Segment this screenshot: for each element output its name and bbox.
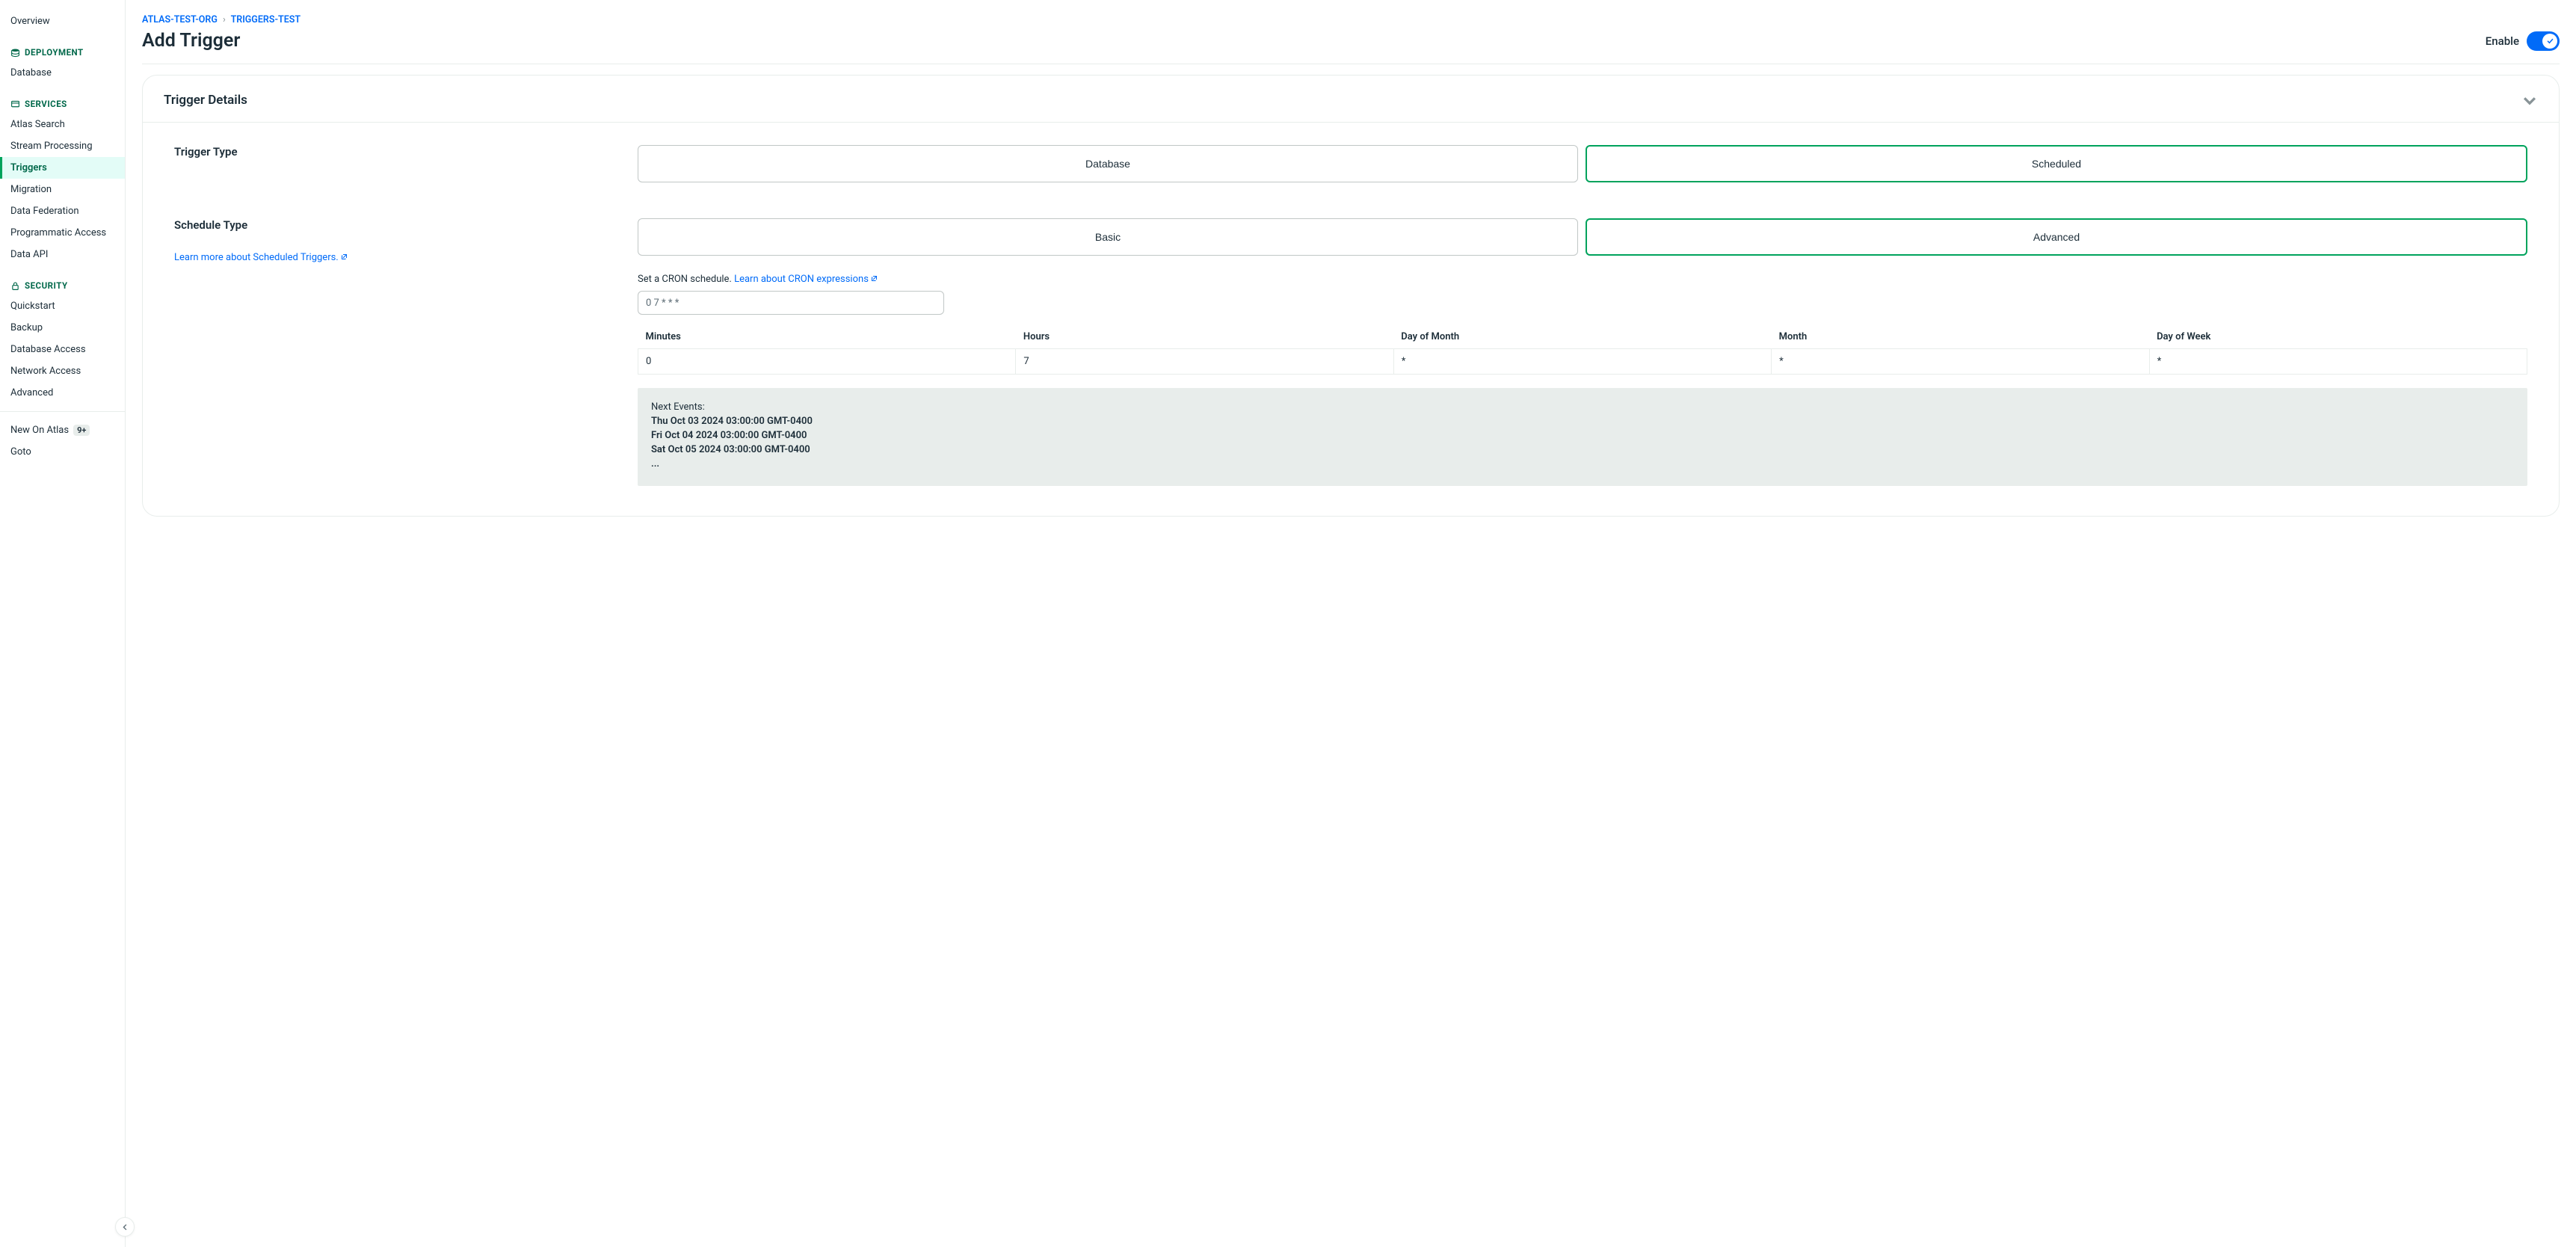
trigger-type-segment: Database Scheduled [638, 145, 2527, 182]
card-title: Trigger Details [164, 93, 247, 108]
breadcrumb-separator: › [223, 14, 226, 25]
sidebar-item-quickstart[interactable]: Quickstart [0, 295, 125, 317]
sidebar-item-advanced[interactable]: Advanced [0, 382, 125, 404]
main-content: ATLAS-TEST-ORG › TRIGGERS-TEST Add Trigg… [126, 0, 2576, 1247]
schedule-type-label: Schedule Type [174, 218, 593, 232]
lock-icon [10, 281, 20, 291]
sidebar-item-database-access[interactable]: Database Access [0, 339, 125, 360]
schedule-type-advanced[interactable]: Advanced [1586, 218, 2527, 256]
sidebar-item-programmatic-access[interactable]: Programmatic Access [0, 222, 125, 244]
breadcrumb-org[interactable]: ATLAS-TEST-ORG [142, 14, 218, 25]
breadcrumb-project[interactable]: TRIGGERS-TEST [231, 14, 301, 25]
collapse-sidebar-button[interactable] [115, 1217, 135, 1237]
sidebar-section-services: SERVICES [0, 91, 125, 114]
divider [0, 411, 125, 412]
page-header: Add Trigger Enable [142, 25, 2560, 64]
chevron-left-icon [121, 1223, 129, 1231]
sidebar-section-security: SECURITY [0, 273, 125, 295]
enable-toggle[interactable] [2527, 31, 2560, 51]
enable-control: Enable [2486, 31, 2560, 51]
table-row: 0 7 * * * [638, 349, 2527, 375]
cron-expression-input[interactable] [638, 291, 944, 315]
next-events-box: Next Events: Thu Oct 03 2024 03:00:00 GM… [638, 388, 2527, 486]
sidebar-item-migration[interactable]: Migration [0, 179, 125, 200]
check-icon [2546, 37, 2554, 45]
learn-scheduled-triggers-link[interactable]: Learn more about Scheduled Triggers. [174, 252, 348, 263]
cron-header-hours: Hours [1016, 325, 1393, 349]
next-events-more: ... [651, 458, 2514, 469]
sidebar-section-deployment: DEPLOYMENT [0, 40, 125, 62]
deployment-icon [10, 48, 20, 58]
sidebar-item-triggers[interactable]: Triggers [0, 157, 125, 179]
new-badge: 9+ [73, 425, 90, 436]
chevron-down-icon [2521, 92, 2538, 108]
cron-cell-dow: * [2149, 349, 2527, 375]
sidebar-item-goto[interactable]: Goto [0, 441, 125, 463]
trigger-type-scheduled[interactable]: Scheduled [1586, 145, 2527, 182]
sidebar: Overview DEPLOYMENT Database SERVICES At… [0, 0, 126, 1247]
sidebar-item-overview[interactable]: Overview [0, 10, 125, 32]
cron-header-dom: Day of Month [1393, 325, 1771, 349]
cron-cell-hours: 7 [1016, 349, 1393, 375]
services-icon [10, 99, 20, 109]
sidebar-item-new-on-atlas[interactable]: New On Atlas 9+ [0, 419, 125, 441]
trigger-details-card: Trigger Details Trigger Type Database Sc… [142, 75, 2560, 517]
cron-table: Minutes Hours Day of Month Month Day of … [638, 325, 2527, 375]
cron-header-month: Month [1772, 325, 2149, 349]
cron-help-text: Set a CRON schedule. Learn about CRON ex… [638, 274, 2527, 285]
schedule-type-basic[interactable]: Basic [638, 218, 1578, 256]
sidebar-item-database[interactable]: Database [0, 62, 125, 84]
sidebar-item-data-federation[interactable]: Data Federation [0, 200, 125, 222]
external-link-icon [871, 275, 878, 282]
cron-cell-month: * [1772, 349, 2149, 375]
sidebar-item-backup[interactable]: Backup [0, 317, 125, 339]
toggle-knob [2542, 34, 2557, 49]
trigger-type-label: Trigger Type [174, 145, 593, 158]
card-header[interactable]: Trigger Details [143, 76, 2559, 123]
schedule-type-row: Schedule Type Learn more about Scheduled… [174, 218, 2527, 486]
sidebar-item-atlas-search[interactable]: Atlas Search [0, 114, 125, 135]
cron-header-minutes: Minutes [638, 325, 1016, 349]
next-event-0: Thu Oct 03 2024 03:00:00 GMT-0400 [651, 416, 2514, 427]
schedule-type-segment: Basic Advanced [638, 218, 2527, 256]
cron-cell-dom: * [1393, 349, 1771, 375]
cron-cell-minutes: 0 [638, 349, 1016, 375]
card-body: Trigger Type Database Scheduled Schedule… [143, 123, 2559, 486]
learn-cron-link[interactable]: Learn about CRON expressions [734, 274, 878, 285]
next-events-title: Next Events: [651, 401, 2514, 413]
next-event-2: Sat Oct 05 2024 03:00:00 GMT-0400 [651, 444, 2514, 455]
sidebar-item-data-api[interactable]: Data API [0, 244, 125, 265]
external-link-icon [341, 253, 348, 260]
sidebar-item-network-access[interactable]: Network Access [0, 360, 125, 382]
next-event-1: Fri Oct 04 2024 03:00:00 GMT-0400 [651, 430, 2514, 441]
sidebar-item-stream-processing[interactable]: Stream Processing [0, 135, 125, 157]
enable-label: Enable [2486, 34, 2519, 48]
trigger-type-database[interactable]: Database [638, 145, 1578, 182]
cron-header-dow: Day of Week [2149, 325, 2527, 349]
trigger-type-row: Trigger Type Database Scheduled [174, 145, 2527, 182]
page-title: Add Trigger [142, 30, 240, 52]
breadcrumb: ATLAS-TEST-ORG › TRIGGERS-TEST [142, 0, 2560, 25]
